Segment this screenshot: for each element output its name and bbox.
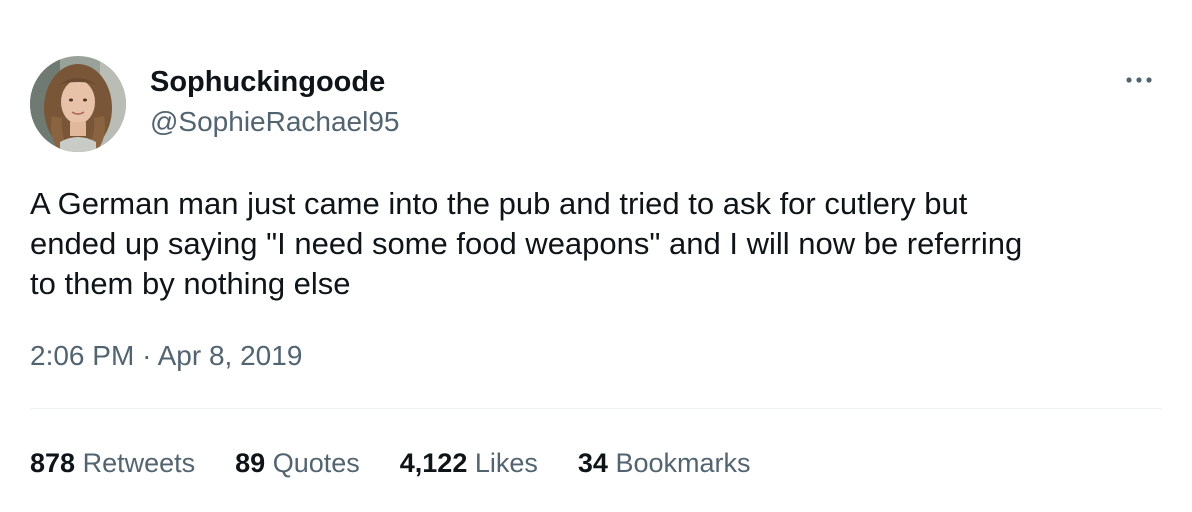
stat-count: 4,122 xyxy=(399,447,468,478)
timestamp-time[interactable]: 2:06 PM xyxy=(30,340,134,371)
tweet-text-line: to them by nothing else xyxy=(30,266,351,301)
more-horizontal-icon xyxy=(1126,77,1152,83)
display-name[interactable]: Sophuckingoode xyxy=(150,64,385,100)
tweet-card: Sophuckingoode @SophieRachael95 A German… xyxy=(0,0,1192,512)
engagement-stats: 878 Retweets 89 Quotes 4,122 Likes 34 Bo… xyxy=(30,444,791,482)
timestamp-date[interactable]: Apr 8, 2019 xyxy=(158,340,303,371)
user-handle[interactable]: @SophieRachael95 xyxy=(150,104,399,140)
stat-quotes[interactable]: 89 Quotes xyxy=(235,448,360,479)
tweet-text: A German man just came into the pub and … xyxy=(30,184,1170,304)
stat-count: 89 xyxy=(235,447,266,478)
stat-count: 878 xyxy=(30,447,76,478)
tweet-text-line: A German man just came into the pub and … xyxy=(30,186,968,221)
stat-bookmarks[interactable]: 34 Bookmarks xyxy=(578,448,751,479)
stat-count: 34 xyxy=(577,447,608,478)
divider xyxy=(30,408,1162,409)
avatar[interactable] xyxy=(30,56,126,152)
stat-retweets[interactable]: 878 Retweets xyxy=(30,448,195,479)
tweet-text-line: ended up saying "I need some food weapon… xyxy=(30,226,1023,261)
tweet-timestamp: 2:06 PM · Apr 8, 2019 xyxy=(30,338,302,374)
stat-label: Retweets xyxy=(82,447,196,478)
stat-label: Quotes xyxy=(272,447,360,478)
stat-label: Bookmarks xyxy=(615,447,751,478)
avatar-image xyxy=(30,56,126,152)
timestamp-separator: · xyxy=(142,340,152,371)
more-options-button[interactable] xyxy=(1112,62,1166,98)
stat-likes[interactable]: 4,122 Likes xyxy=(400,448,538,479)
stat-label: Likes xyxy=(474,447,538,478)
